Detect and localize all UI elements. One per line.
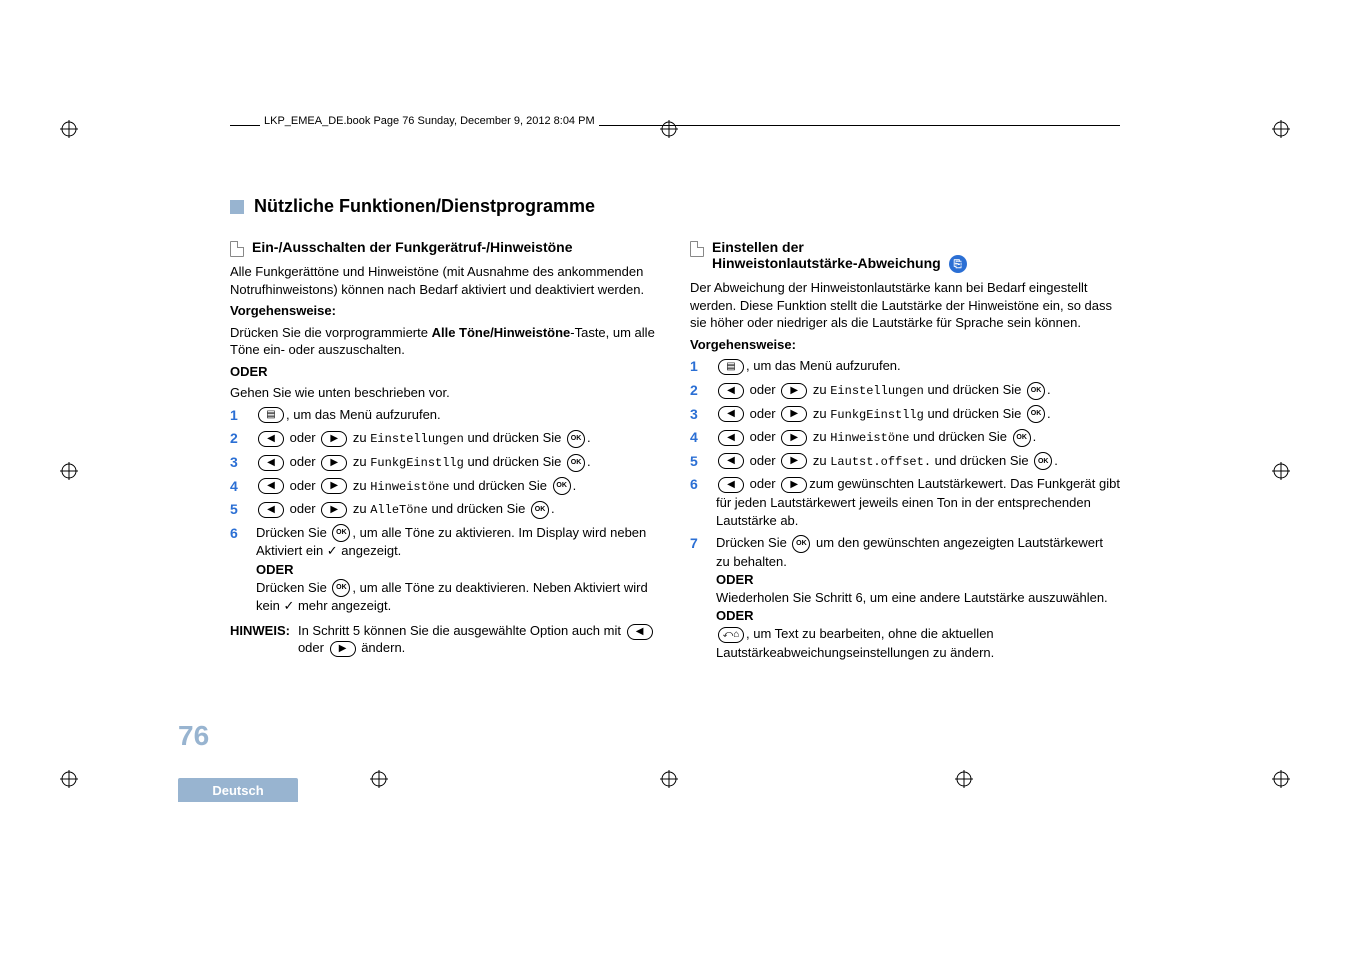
back-home-icon: ⤺⌂ [718, 627, 744, 643]
nav-right-icon: ▶ [330, 641, 356, 657]
preproc-text: Drücken Sie die vorprogrammierte Alle Tö… [230, 324, 660, 359]
nav-right-icon: ▶ [321, 455, 347, 471]
procedure-icon [230, 241, 244, 257]
nav-right-icon: ▶ [781, 383, 807, 399]
ok-button-icon: OK [332, 579, 350, 597]
left-subheading-text: Ein-/Ausschalten der Funkgerätruf-/Hinwe… [252, 239, 573, 255]
ok-button-icon: OK [1013, 429, 1031, 447]
nav-left-icon: ◀ [258, 431, 284, 447]
ok-button-icon: OK [1034, 452, 1052, 470]
nav-right-icon: ▶ [321, 431, 347, 447]
section-title: Nützliche Funktionen/Dienstprogramme [230, 196, 1120, 217]
left-intro: Alle Funkgerättöne und Hinweistöne (mit … [230, 263, 660, 298]
nav-left-icon: ◀ [718, 406, 744, 422]
menu-button-icon: ▤ [258, 407, 284, 423]
r-step-6: 6 ◀ oder ▶zum gewünschten Lautstärkewert… [690, 475, 1120, 530]
procedure-icon [690, 241, 704, 257]
right-column: Einstellen der Hinweistonlautstärke-Abwe… [690, 235, 1120, 666]
step-2: 2 ◀ oder ▶ zu Einstellungen und drücken … [230, 429, 660, 449]
r-step-5: 5 ◀ oder ▶ zu Lautst.offset. und drücken… [690, 452, 1120, 472]
nav-right-icon: ▶ [321, 502, 347, 518]
ok-button-icon: OK [553, 477, 571, 495]
ok-button-icon: OK [1027, 382, 1045, 400]
register-mark [60, 120, 78, 138]
r-step-1: 1 ▤, um das Menü aufzurufen. [690, 357, 1120, 377]
ok-button-icon: OK [332, 524, 350, 542]
nav-left-icon: ◀ [258, 455, 284, 471]
ok-button-icon: OK [567, 454, 585, 472]
ok-button-icon: OK [1027, 405, 1045, 423]
alt-line: Gehen Sie wie unten beschrieben vor. [230, 384, 660, 402]
register-mark [1272, 770, 1290, 788]
note-label: HINWEIS: [230, 623, 290, 656]
step-6: 6 Drücken Sie OK, um alle Töne zu aktivi… [230, 524, 660, 616]
or-label: ODER [716, 571, 1120, 589]
language-tab: Deutsch [178, 778, 298, 802]
register-mark [660, 120, 678, 138]
feature-badge-icon: ⎘ [949, 255, 967, 273]
or-label: ODER [230, 363, 660, 381]
r7-alt1: Wiederholen Sie Schritt 6, um eine ander… [716, 589, 1120, 607]
step-5: 5 ◀ oder ▶ zu AlleTöne und drücken Sie O… [230, 500, 660, 520]
right-subheading: Einstellen der Hinweistonlautstärke-Abwe… [690, 239, 1120, 273]
right-subheading-text: Einstellen der Hinweistonlautstärke-Abwe… [712, 239, 967, 273]
left-column: Ein-/Ausschalten der Funkgerätruf-/Hinwe… [230, 235, 660, 666]
note: HINWEIS: In Schritt 5 können Sie die aus… [230, 623, 660, 656]
note-text: In Schritt 5 können Sie die ausgewählte … [298, 623, 660, 656]
r-step-7: 7 Drücken Sie OK um den gewünschten ange… [690, 534, 1120, 662]
register-mark [1272, 462, 1290, 480]
register-mark [60, 462, 78, 480]
nav-right-icon: ▶ [781, 430, 807, 446]
nav-right-icon: ▶ [781, 453, 807, 469]
nav-right-icon: ▶ [781, 406, 807, 422]
r-step-2: 2 ◀ oder ▶ zu Einstellungen und drücken … [690, 381, 1120, 401]
or-label: ODER [716, 607, 1120, 625]
procedure-label: Vorgehensweise: [690, 336, 1120, 354]
running-head: LKP_EMEA_DE.book Page 76 Sunday, Decembe… [260, 115, 599, 127]
step-1: 1 ▤, um das Menü aufzurufen. [230, 406, 660, 426]
procedure-label: Vorgehensweise: [230, 302, 660, 320]
nav-left-icon: ◀ [718, 383, 744, 399]
r-step-3: 3 ◀ oder ▶ zu FunkgEinstllg und drücken … [690, 405, 1120, 425]
or-label: ODER [256, 561, 660, 579]
ok-button-icon: OK [792, 535, 810, 553]
page-number: 76 [178, 720, 209, 752]
r-step-4: 4 ◀ oder ▶ zu Hinweistöne und drücken Si… [690, 428, 1120, 448]
register-mark [660, 770, 678, 788]
step-4: 4 ◀ oder ▶ zu Hinweistöne und drücken Si… [230, 477, 660, 497]
nav-left-icon: ◀ [627, 624, 653, 640]
ok-button-icon: OK [531, 501, 549, 519]
register-mark [955, 770, 973, 788]
ok-button-icon: OK [567, 430, 585, 448]
register-mark [1272, 120, 1290, 138]
register-mark [60, 770, 78, 788]
nav-left-icon: ◀ [258, 502, 284, 518]
step-3: 3 ◀ oder ▶ zu FunkgEinstllg und drücken … [230, 453, 660, 473]
section-title-text: Nützliche Funktionen/Dienstprogramme [254, 196, 595, 217]
right-intro: Der Abweichung der Hinweistonlautstärke … [690, 279, 1120, 332]
register-mark [370, 770, 388, 788]
title-bullet-icon [230, 200, 244, 214]
nav-left-icon: ◀ [718, 430, 744, 446]
page-frame: LKP_EMEA_DE.book Page 76 Sunday, Decembe… [0, 0, 1350, 954]
nav-left-icon: ◀ [718, 477, 744, 493]
nav-left-icon: ◀ [718, 453, 744, 469]
left-subheading: Ein-/Ausschalten der Funkgerätruf-/Hinwe… [230, 239, 660, 257]
content-area: Nützliche Funktionen/Dienstprogramme Ein… [230, 196, 1120, 704]
nav-left-icon: ◀ [258, 478, 284, 494]
nav-right-icon: ▶ [781, 477, 807, 493]
nav-right-icon: ▶ [321, 478, 347, 494]
menu-button-icon: ▤ [718, 359, 744, 375]
